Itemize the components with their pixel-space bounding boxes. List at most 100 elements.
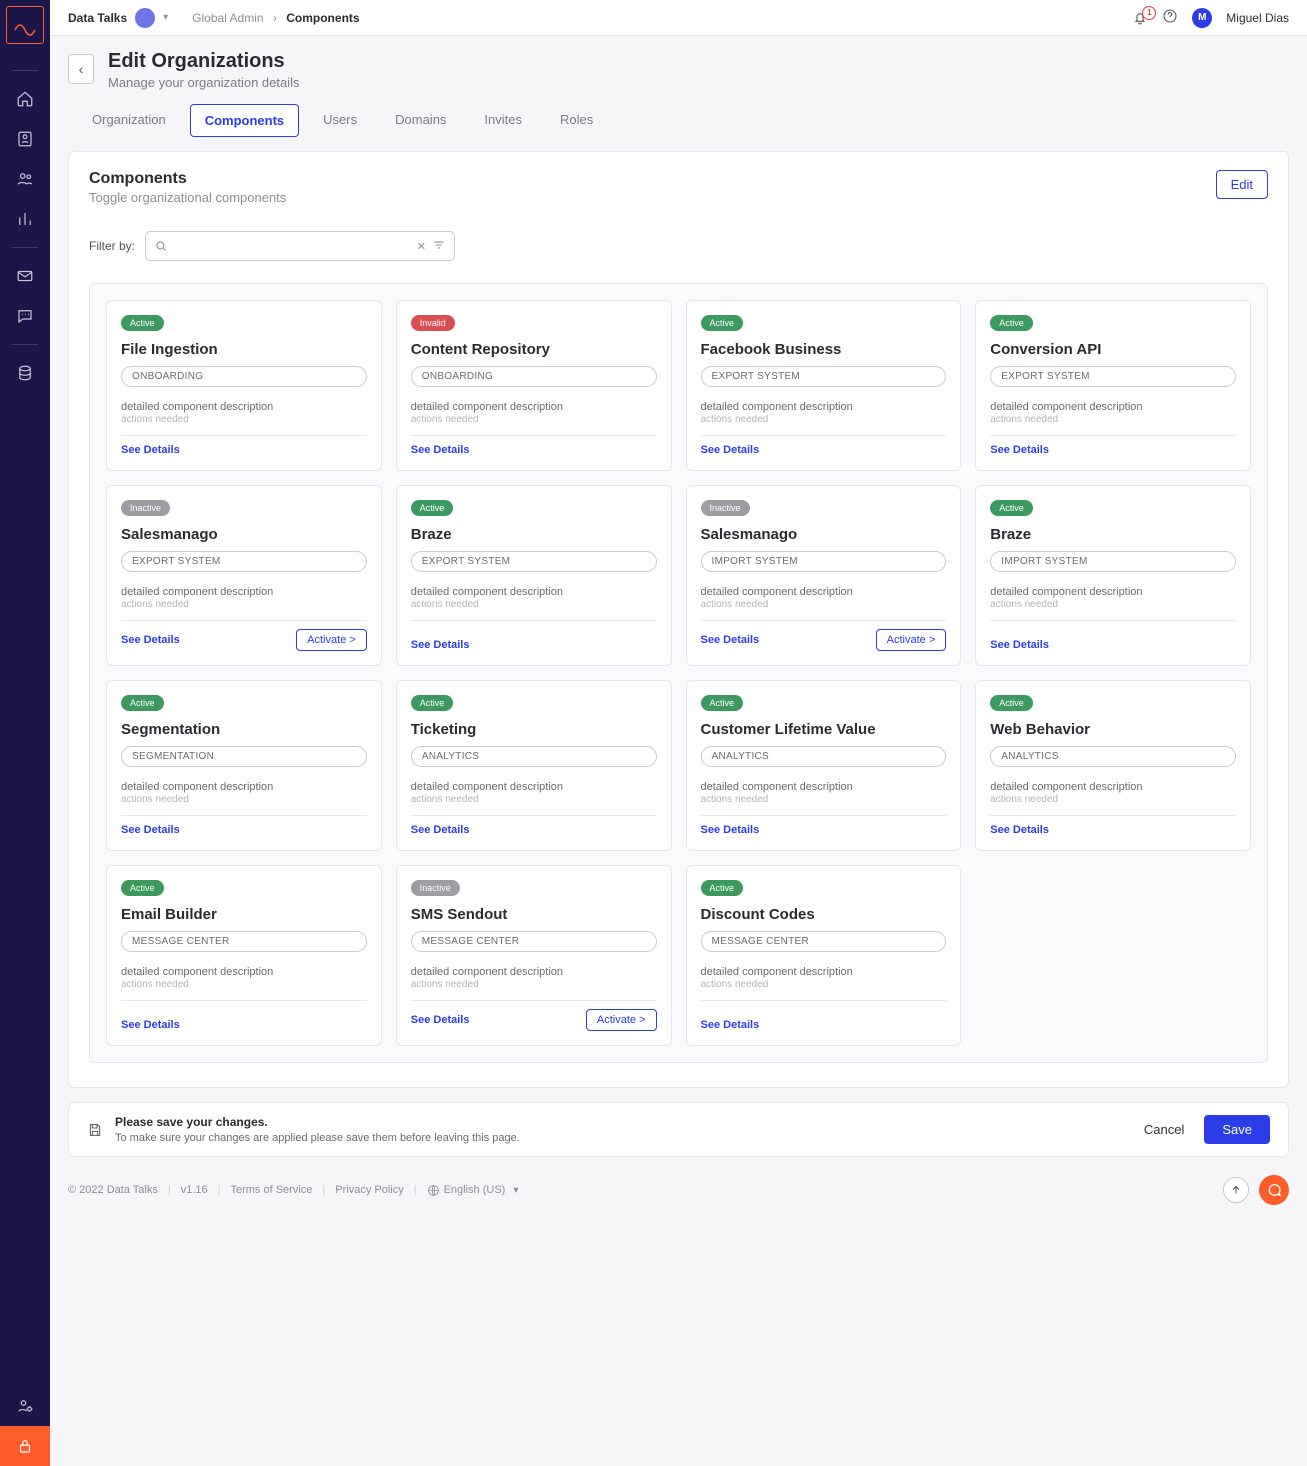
side-rail [0,0,50,1466]
see-details-link[interactable]: See Details [990,824,1049,836]
nav-home-icon[interactable] [0,79,50,119]
component-description: detailed component description [990,781,1236,793]
component-card: ActiveWeb BehaviorANALYTICSdetailed comp… [975,680,1251,851]
footer-version: v1.16 [181,1184,208,1196]
component-card: Active File Ingestion ONBOARDING detailed c… [106,300,382,471]
see-details-link[interactable]: See Details [701,824,760,836]
panel-subtitle: Toggle organizational components [89,190,286,205]
status-pill: Active [121,695,164,711]
globe-icon [427,1184,440,1197]
status-pill: Active [411,695,454,711]
scroll-top-button[interactable] [1223,1177,1249,1203]
tab-users[interactable]: Users [309,104,371,137]
component-category: ANALYTICS [990,746,1236,767]
clear-filter-icon[interactable]: ✕ [417,240,426,253]
component-title: Braze [990,526,1236,543]
component-category: ANALYTICS [411,746,657,767]
nav-mail-icon[interactable] [0,256,50,296]
see-details-link[interactable]: See Details [701,1019,760,1031]
see-details-link[interactable]: See Details [411,444,470,456]
breadcrumb-root[interactable]: Global Admin [192,11,263,25]
component-description: detailed component description [121,586,367,598]
component-category: ONBOARDING [121,366,367,387]
org-dropdown-chevron-icon[interactable]: ▾ [163,12,168,23]
save-button[interactable]: Save [1204,1115,1270,1144]
tab-organization[interactable]: Organization [78,104,180,137]
see-details-link[interactable]: See Details [411,1014,470,1026]
component-title: Facebook Business [701,341,947,358]
activate-button[interactable]: Activate > [876,629,947,651]
notifications-button[interactable]: 1 [1132,10,1148,26]
tab-domains[interactable]: Domains [381,104,460,137]
activate-button[interactable]: Activate > [586,1009,657,1031]
filter-options-icon[interactable] [432,238,446,255]
component-actions-needed: actions needed [121,599,367,610]
user-avatar[interactable]: M [1192,8,1212,28]
filter-search[interactable]: ✕ [145,231,455,261]
tab-roles[interactable]: Roles [546,104,607,137]
component-category: EXPORT SYSTEM [121,551,367,572]
see-details-link[interactable]: See Details [411,824,470,836]
footer-tos-link[interactable]: Terms of Service [230,1184,312,1196]
cancel-button[interactable]: Cancel [1134,1115,1194,1144]
see-details-link[interactable]: See Details [121,824,180,836]
component-title: Salesmanago [121,526,367,543]
nav-database-icon[interactable] [0,353,50,393]
panel-title: Components [89,170,286,188]
org-name: Data Talks [68,11,127,25]
footer-privacy-link[interactable]: Privacy Policy [335,1184,403,1196]
see-details-link[interactable]: See Details [121,634,180,646]
help-button[interactable] [1162,8,1178,27]
filter-input[interactable] [174,239,411,253]
nav-lock-icon[interactable] [0,1426,50,1466]
status-pill: Active [990,500,1033,516]
see-details-link[interactable]: See Details [701,634,760,646]
component-actions-needed: actions needed [411,599,657,610]
nav-chat-icon[interactable] [0,296,50,336]
language-label: English (US) [444,1184,506,1196]
component-actions-needed: actions needed [411,794,657,805]
chevron-down-icon: ▾ [513,1185,518,1196]
component-card: ActiveDiscount CodesMESSAGE CENTERdetail… [686,865,962,1046]
component-title: Braze [411,526,657,543]
tab-invites[interactable]: Invites [470,104,536,137]
main-area: Data Talks ▾ Global Admin › Components 1… [50,0,1307,1466]
status-pill: Active [411,500,454,516]
component-card: ActiveCustomer Lifetime ValueANALYTICSde… [686,680,962,851]
see-details-link[interactable]: See Details [990,444,1049,456]
activate-button[interactable]: Activate > [296,629,367,651]
component-actions-needed: actions needed [701,794,947,805]
see-details-link[interactable]: See Details [121,444,180,456]
filter-label: Filter by: [89,239,135,253]
status-pill: Active [121,880,164,896]
see-details-link[interactable]: See Details [701,444,760,456]
savebar-msg: To make sure your changes are applied pl… [115,1132,520,1144]
component-card: ActiveConversion APIEXPORT SYSTEMdetaile… [975,300,1251,471]
save-bar: Please save your changes. To make sure y… [68,1102,1289,1157]
see-details-link[interactable]: See Details [411,639,470,651]
components-panel: Components Toggle organizational compone… [68,151,1289,1088]
support-chat-button[interactable] [1259,1175,1289,1205]
component-description: detailed component description [701,401,947,413]
component-description: detailed component description [121,781,367,793]
component-title: Conversion API [990,341,1236,358]
see-details-link[interactable]: See Details [990,639,1049,651]
status-pill: Active [121,315,164,331]
user-name[interactable]: Miguel Dias [1226,11,1289,25]
page-header: ‹ Edit Organizations Manage your organiz… [50,36,1307,90]
component-title: Ticketing [411,721,657,738]
component-title: File Ingestion [121,341,367,358]
nav-analytics-icon[interactable] [0,199,50,239]
edit-button[interactable]: Edit [1216,170,1268,199]
nav-team-icon[interactable] [0,159,50,199]
see-details-link[interactable]: See Details [121,1019,180,1031]
component-category: EXPORT SYSTEM [411,551,657,572]
nav-user-settings-icon[interactable] [0,1386,50,1426]
tab-components[interactable]: Components [190,104,299,137]
component-description: detailed component description [121,401,367,413]
component-description: detailed component description [411,401,657,413]
back-button[interactable]: ‹ [68,54,94,84]
language-selector[interactable]: English (US) ▾ [427,1184,519,1197]
nav-user-icon[interactable] [0,119,50,159]
org-avatar[interactable] [135,8,155,28]
